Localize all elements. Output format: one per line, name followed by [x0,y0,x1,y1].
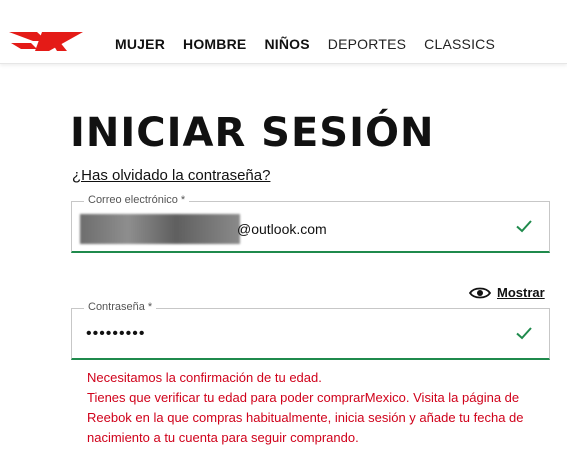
error-line-2: Tienes que verificar tu edad para poder … [87,390,524,445]
email-domain-text: @outlook.com [237,221,327,237]
page-title: INICIAR SESIÓN [70,110,435,156]
error-line-1: Necesitamos la confirmación de tu edad. [87,370,322,385]
password-field[interactable]: Contraseña * ••••••••• [71,301,550,360]
age-verification-error: Necesitamos la confirmación de tu edad. … [87,368,552,448]
main-nav: MUJER HOMBRE NIÑOS DEPORTES CLASSICS [115,36,513,52]
eye-icon [469,287,491,298]
password-value: ••••••••• [86,325,146,342]
email-label: Correo electrónico * [84,194,190,206]
nav-item-mujer[interactable]: MUJER [115,36,165,52]
reebok-logo[interactable] [7,29,85,55]
email-field[interactable]: Correo electrónico * @outlook.com [71,194,550,253]
site-header: MUJER HOMBRE NIÑOS DEPORTES CLASSICS [0,0,567,64]
nav-item-hombre[interactable]: HOMBRE [183,36,246,52]
nav-item-classics[interactable]: CLASSICS [424,36,495,52]
checkmark-icon [516,327,532,340]
nav-item-ninos[interactable]: NIÑOS [264,36,309,52]
checkmark-icon [516,220,532,233]
nav-item-deportes[interactable]: DEPORTES [328,36,406,52]
show-password-label: Mostrar [497,285,545,300]
forgot-password-link[interactable]: ¿Has olvidado la contraseña? [72,167,270,184]
password-label: Contraseña * [84,301,157,313]
redacted-email-user [80,214,240,244]
show-password-toggle[interactable]: Mostrar [469,285,545,300]
